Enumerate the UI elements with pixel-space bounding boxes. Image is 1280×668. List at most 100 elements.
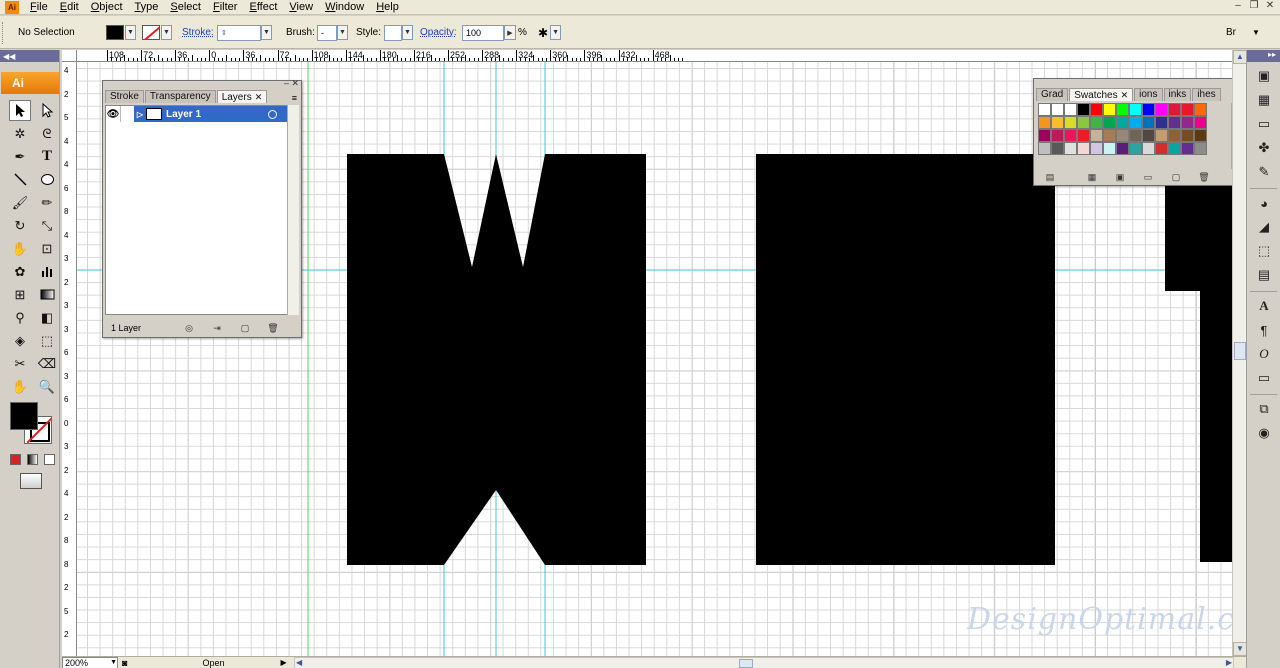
fill-color-swatch[interactable] (106, 25, 124, 40)
color-swatch[interactable] (1038, 129, 1051, 142)
screen-mode-icon[interactable] (20, 473, 42, 489)
symbol-sprayer-tool-icon[interactable]: ✿ (9, 261, 31, 282)
color-swatch[interactable] (1103, 103, 1116, 116)
color-swatch[interactable] (1168, 142, 1181, 155)
column-graph-tool-icon[interactable] (36, 261, 58, 282)
gradient-tool-icon[interactable] (36, 284, 58, 305)
vertical-scroll-thumb[interactable] (1234, 342, 1246, 360)
style-dropdown-icon[interactable]: ▼ (402, 25, 413, 40)
menu-filter[interactable]: Filter (207, 0, 243, 15)
layers-panel-titlebar[interactable]: – ✕ (103, 78, 301, 89)
pencil-tool-icon[interactable]: ✏ (36, 192, 58, 213)
color-swatch[interactable] (1155, 116, 1168, 129)
bridge-button[interactable]: Br (1226, 16, 1236, 49)
color-swatch[interactable] (1090, 116, 1103, 129)
slice-tool-icon[interactable]: ✂ (9, 353, 31, 374)
color-swatch[interactable] (1051, 142, 1064, 155)
rotate-tool-icon[interactable]: ↻ (9, 215, 31, 236)
swatches-panel-icon[interactable]: ▦ (1253, 90, 1275, 110)
color-swatch[interactable] (1142, 129, 1155, 142)
color-swatch[interactable] (1194, 116, 1207, 129)
tab-brushes[interactable]: ihes (1192, 88, 1221, 101)
horizontal-scrollbar[interactable]: ◀ ▶ (294, 656, 1234, 668)
color-swatch[interactable] (1129, 142, 1142, 155)
tab-close-icon[interactable]: ✕ (1121, 90, 1129, 100)
color-swatch[interactable] (1181, 129, 1194, 142)
menu-help[interactable]: Help (370, 0, 405, 15)
graphic-styles-panel-icon[interactable]: ▭ (1253, 114, 1275, 134)
menu-type[interactable]: Type (129, 0, 165, 15)
fill-box[interactable] (10, 402, 38, 430)
color-mode-icon[interactable] (10, 454, 21, 465)
menu-edit[interactable]: Edit (54, 0, 85, 15)
new-sublayer-icon[interactable]: ⇥ (211, 323, 223, 334)
tools-panel-header[interactable]: ◀◀ (0, 50, 59, 62)
pen-tool-icon[interactable]: ✒ (9, 146, 31, 167)
attributes-panel-icon[interactable]: ◉ (1253, 423, 1275, 443)
color-swatch[interactable] (1051, 116, 1064, 129)
none-mode-icon[interactable] (44, 454, 55, 465)
color-swatch[interactable] (1155, 142, 1168, 155)
restore-icon[interactable]: ❐ (1248, 0, 1260, 12)
menu-view[interactable]: View (283, 0, 319, 15)
control-bar-menu-icon[interactable]: ▼ (1252, 28, 1260, 37)
lock-toggle[interactable] (120, 106, 134, 122)
color-swatch[interactable] (1038, 103, 1051, 116)
color-swatch[interactable] (1038, 116, 1051, 129)
menu-effect[interactable]: Effect (243, 0, 283, 15)
color-swatch[interactable] (1077, 116, 1090, 129)
menu-file[interactable]: File (24, 0, 54, 15)
hand-tool-icon[interactable]: ✋ (9, 376, 31, 397)
free-transform-tool-icon[interactable]: ⊡ (36, 238, 58, 259)
color-swatch[interactable] (1064, 142, 1077, 155)
character-panel-icon[interactable]: A (1253, 296, 1275, 316)
style-swatch[interactable] (384, 24, 402, 41)
stroke-label-link[interactable]: Stroke: (182, 16, 214, 49)
panel-menu-icon[interactable]: ≡ (292, 93, 297, 103)
layer-row[interactable]: 👁 ▷ Layer 1 (106, 106, 289, 122)
live-paint-bucket-tool-icon[interactable]: ◈ (9, 330, 31, 351)
color-swatch[interactable] (1129, 116, 1142, 129)
swatches-panel-titlebar[interactable]: ▸▸ (1034, 76, 1244, 87)
swatch-options-icon[interactable]: ▣ (1114, 172, 1126, 183)
direct-selection-tool-icon[interactable] (36, 100, 58, 121)
control-bar-grip[interactable] (2, 16, 8, 49)
color-swatch[interactable] (1181, 142, 1194, 155)
color-swatch[interactable] (1194, 129, 1207, 142)
color-swatch[interactable] (1155, 103, 1168, 116)
panel-close-icon[interactable]: ✕ (291, 78, 299, 89)
color-swatch[interactable] (1155, 129, 1168, 142)
magic-wand-tool-icon[interactable]: ✲ (9, 123, 31, 144)
scale-tool-icon[interactable]: ⤡ (36, 215, 58, 236)
layer-name[interactable]: Layer 1 (166, 109, 201, 120)
opacity-slider-arrow-icon[interactable]: ▶ (504, 25, 516, 40)
tab-layers[interactable]: Layers ✕ (216, 90, 268, 103)
eraser-tool-icon[interactable]: ⌫ (36, 353, 58, 374)
dock-header[interactable]: ▸▸ (1247, 50, 1280, 62)
new-color-group-icon[interactable]: ▭ (1142, 172, 1154, 183)
tab-actions[interactable]: ions (1134, 88, 1163, 101)
opentype-panel-icon[interactable]: O (1253, 344, 1275, 364)
ellipse-tool-icon[interactable] (36, 169, 58, 190)
color-swatch[interactable] (1038, 142, 1051, 155)
fill-stroke-widget[interactable] (10, 402, 54, 446)
status-menu-arrow-icon[interactable]: ▶ (280, 658, 286, 667)
color-swatch[interactable] (1103, 129, 1116, 142)
color-swatch[interactable] (1168, 129, 1181, 142)
app-icon[interactable]: Ai (4, 0, 20, 14)
isolate-selection-icon[interactable]: ✱ (538, 26, 548, 40)
tab-gradient[interactable]: Grad (1036, 88, 1069, 101)
color-swatch[interactable] (1064, 103, 1077, 116)
opacity-label-link[interactable]: Opacity: (420, 16, 457, 49)
color-swatch[interactable] (1168, 116, 1181, 129)
tab-swatches[interactable]: Swatches ✕ (1069, 88, 1134, 101)
navigator-panel-icon[interactable]: ▣ (1253, 66, 1275, 86)
color-swatch[interactable] (1090, 103, 1103, 116)
eyedropper-tool-icon[interactable]: ⚲ (9, 307, 31, 328)
stroke-color-swatch[interactable] (142, 25, 160, 40)
status-icon[interactable]: ◙ (122, 658, 127, 668)
brush-dropdown-icon[interactable]: ▼ (337, 25, 348, 40)
live-paint-selection-tool-icon[interactable]: ⬚ (36, 330, 58, 351)
color-swatch[interactable] (1051, 129, 1064, 142)
symbols-panel-icon[interactable]: ✤ (1253, 138, 1275, 158)
